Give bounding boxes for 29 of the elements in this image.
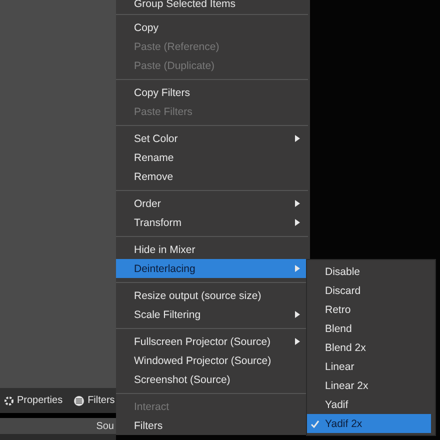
menu-item[interactable]: Copy Filters [116,83,308,102]
submenu-item[interactable]: Disable [307,262,431,281]
submenu-item[interactable]: Retro [307,300,431,319]
menu-item[interactable]: Windowed Projector (Source) [116,351,308,370]
dock-button[interactable]: Filters [70,394,117,406]
menu-item[interactable]: Filters [116,416,308,435]
menu-item[interactable]: Order [116,194,308,213]
menu-item[interactable]: Copy [116,18,308,37]
menu-item[interactable]: Scale Filtering [116,305,308,324]
submenu-item[interactable]: Blend [307,319,431,338]
submenu-item[interactable]: Linear [307,357,431,376]
submenu-item[interactable]: Yadif 2x [307,414,431,433]
submenu-item[interactable]: Blend 2x [307,338,431,357]
menu-item[interactable]: Resize output (source size) [116,286,308,305]
gear-icon [4,396,14,406]
submenu-item[interactable]: Linear 2x [307,376,431,395]
menu-item[interactable]: Deinterlacing [116,259,308,278]
menu-item[interactable]: Remove [116,167,308,186]
submenu-item[interactable]: Yadif [307,395,431,414]
column-header-text: Sou [96,420,115,432]
menu-item[interactable]: Screenshot (Source) [116,370,308,389]
menu-item[interactable]: Fullscreen Projector (Source) [116,332,308,351]
menu-item[interactable]: Set Color [116,129,308,148]
menu-item[interactable]: Rename [116,148,308,167]
menu-item[interactable]: Transform [116,213,308,232]
menu-item[interactable]: Hide in Mixer [116,240,308,259]
filter-icon [72,394,85,406]
dock-button[interactable]: Properties [2,395,65,406]
submenu-item[interactable]: Discard [307,281,431,300]
